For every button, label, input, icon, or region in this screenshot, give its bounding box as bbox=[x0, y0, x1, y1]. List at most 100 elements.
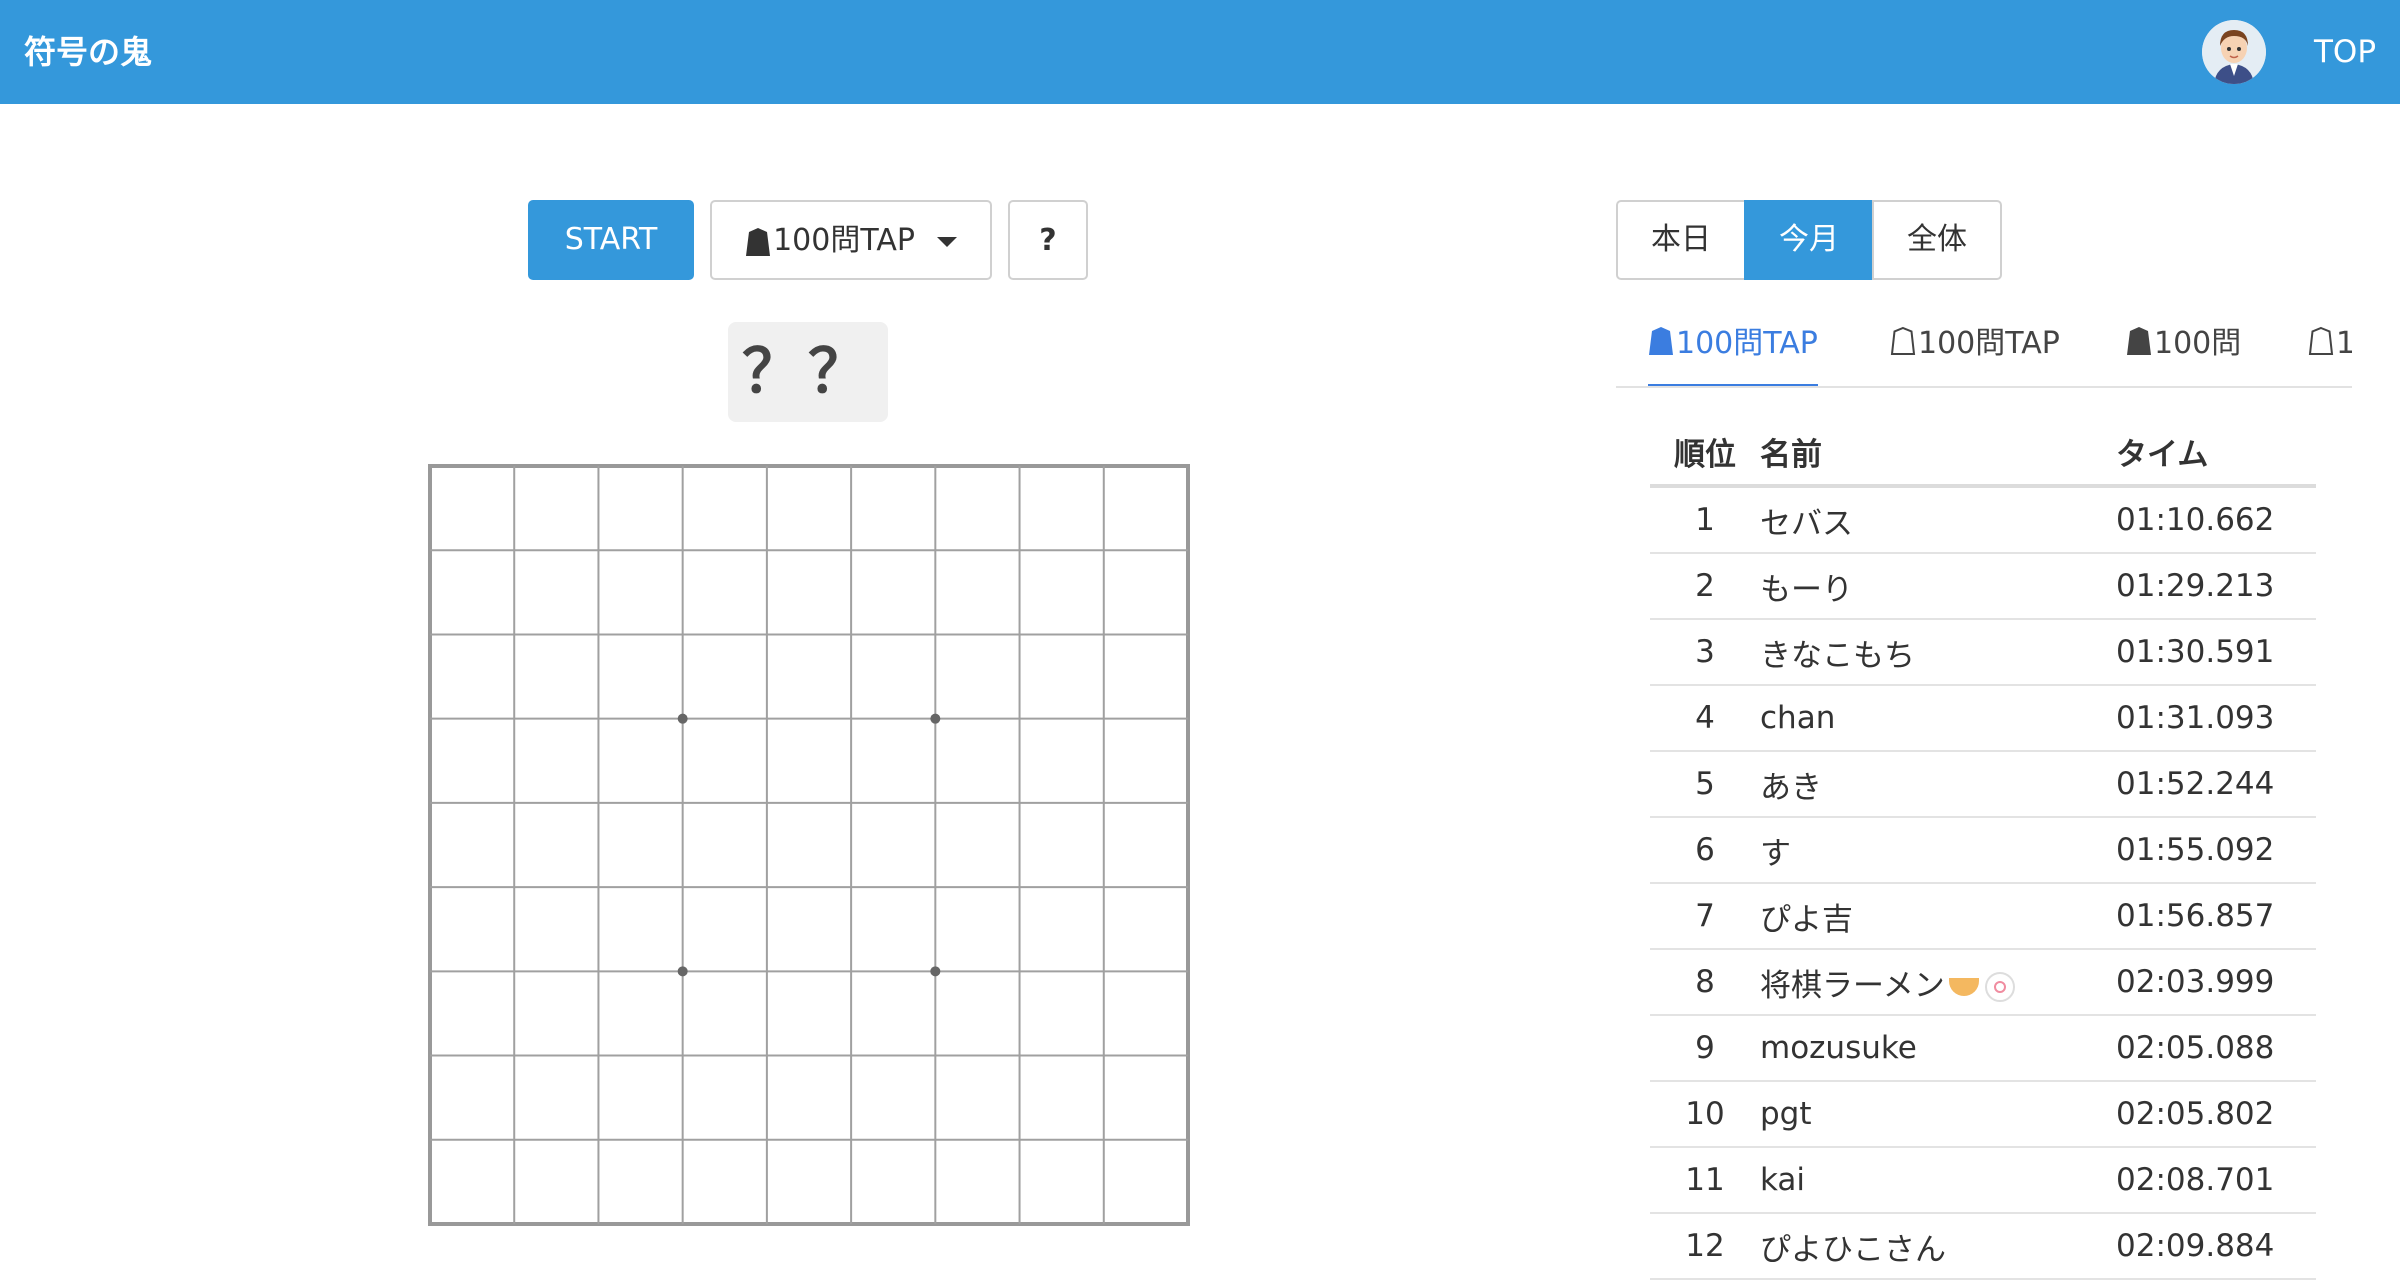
board-square[interactable] bbox=[937, 1058, 1017, 1138]
category-tab-100tap-sente[interactable]: 100問TAP bbox=[1648, 316, 1818, 386]
category-tab-100-gote[interactable]: 1 bbox=[2308, 316, 2352, 384]
time-cell: 01:56.857 bbox=[2116, 883, 2316, 950]
period-tab-all[interactable]: 全体 bbox=[1872, 200, 2002, 280]
board-square[interactable] bbox=[937, 636, 1017, 716]
board-square[interactable] bbox=[1106, 721, 1186, 801]
board-square[interactable] bbox=[937, 721, 1017, 801]
board-square[interactable] bbox=[516, 1142, 596, 1222]
board-cells[interactable] bbox=[432, 468, 1186, 1222]
board-square[interactable] bbox=[1106, 973, 1186, 1053]
board-square[interactable] bbox=[853, 468, 933, 548]
board-square[interactable] bbox=[432, 636, 512, 716]
top-link[interactable]: TOP bbox=[2314, 32, 2376, 72]
board-square[interactable] bbox=[1022, 1142, 1102, 1222]
board-square[interactable] bbox=[1022, 468, 1102, 548]
board-square[interactable] bbox=[853, 805, 933, 885]
rank-cell: 11 bbox=[1650, 1147, 1760, 1214]
board-square[interactable] bbox=[432, 1058, 512, 1138]
name-cell: ぴよ吉 bbox=[1760, 883, 2116, 950]
board-square[interactable] bbox=[600, 721, 680, 801]
board-square[interactable] bbox=[1022, 889, 1102, 969]
board-square[interactable] bbox=[937, 973, 1017, 1053]
board-square[interactable] bbox=[769, 468, 849, 548]
period-tab-month[interactable]: 今月 bbox=[1744, 200, 1874, 280]
board-square[interactable] bbox=[1106, 805, 1186, 885]
board-square[interactable] bbox=[1106, 468, 1186, 548]
board-square[interactable] bbox=[685, 721, 765, 801]
board-square[interactable] bbox=[432, 889, 512, 969]
board-square[interactable] bbox=[769, 1142, 849, 1222]
board-square[interactable] bbox=[600, 1058, 680, 1138]
board-square[interactable] bbox=[937, 468, 1017, 548]
board-square[interactable] bbox=[432, 805, 512, 885]
board-square[interactable] bbox=[1022, 1058, 1102, 1138]
board-square[interactable] bbox=[600, 1142, 680, 1222]
board-square[interactable] bbox=[685, 468, 765, 548]
board-square[interactable] bbox=[600, 973, 680, 1053]
category-tab-100tap-gote[interactable]: 100問TAP bbox=[1890, 316, 2060, 384]
player-name: す bbox=[1760, 835, 1791, 872]
board-square[interactable] bbox=[516, 468, 596, 548]
board-square[interactable] bbox=[685, 636, 765, 716]
board-square[interactable] bbox=[1106, 1142, 1186, 1222]
board-square[interactable] bbox=[685, 889, 765, 969]
board-square[interactable] bbox=[853, 1058, 933, 1138]
board-square[interactable] bbox=[685, 552, 765, 632]
board-square[interactable] bbox=[1106, 636, 1186, 716]
board-square[interactable] bbox=[769, 552, 849, 632]
period-tab-today[interactable]: 本日 bbox=[1616, 200, 1746, 280]
board-square[interactable] bbox=[600, 468, 680, 548]
board-square[interactable] bbox=[937, 889, 1017, 969]
board-square[interactable] bbox=[685, 1142, 765, 1222]
board-square[interactable] bbox=[769, 1058, 849, 1138]
board-square[interactable] bbox=[432, 973, 512, 1053]
board-square[interactable] bbox=[769, 889, 849, 969]
board-square[interactable] bbox=[937, 1142, 1017, 1222]
board-square[interactable] bbox=[769, 973, 849, 1053]
help-button[interactable]: ? bbox=[1008, 200, 1088, 280]
board-square[interactable] bbox=[853, 636, 933, 716]
board-square[interactable] bbox=[1106, 1058, 1186, 1138]
board-square[interactable] bbox=[432, 721, 512, 801]
board-square[interactable] bbox=[1106, 552, 1186, 632]
board-square[interactable] bbox=[685, 973, 765, 1053]
board-square[interactable] bbox=[432, 468, 512, 548]
board-square[interactable] bbox=[769, 636, 849, 716]
board-square[interactable] bbox=[853, 721, 933, 801]
board-square[interactable] bbox=[1022, 805, 1102, 885]
board-square[interactable] bbox=[937, 552, 1017, 632]
board-square[interactable] bbox=[600, 805, 680, 885]
start-button[interactable]: START bbox=[528, 200, 694, 280]
board-square[interactable] bbox=[853, 973, 933, 1053]
board-square[interactable] bbox=[853, 889, 933, 969]
board-square[interactable] bbox=[516, 721, 596, 801]
shogi-board[interactable] bbox=[428, 464, 1190, 1226]
board-square[interactable] bbox=[600, 552, 680, 632]
board-square[interactable] bbox=[1022, 721, 1102, 801]
board-square[interactable] bbox=[516, 636, 596, 716]
board-square[interactable] bbox=[516, 552, 596, 632]
board-square[interactable] bbox=[1022, 636, 1102, 716]
board-square[interactable] bbox=[853, 552, 933, 632]
board-square[interactable] bbox=[769, 805, 849, 885]
category-tab-100-sente[interactable]: 100問 bbox=[2126, 316, 2241, 384]
mode-dropdown[interactable]: 100問TAP bbox=[710, 200, 992, 280]
board-square[interactable] bbox=[600, 636, 680, 716]
board-square[interactable] bbox=[516, 889, 596, 969]
board-square[interactable] bbox=[853, 1142, 933, 1222]
board-square[interactable] bbox=[516, 805, 596, 885]
user-avatar[interactable] bbox=[2202, 20, 2266, 84]
board-square[interactable] bbox=[1022, 973, 1102, 1053]
app-brand[interactable]: 符号の鬼 bbox=[24, 30, 152, 74]
board-square[interactable] bbox=[685, 805, 765, 885]
board-square[interactable] bbox=[937, 805, 1017, 885]
board-square[interactable] bbox=[600, 889, 680, 969]
board-square[interactable] bbox=[432, 1142, 512, 1222]
board-square[interactable] bbox=[769, 721, 849, 801]
board-square[interactable] bbox=[516, 1058, 596, 1138]
board-square[interactable] bbox=[432, 552, 512, 632]
board-square[interactable] bbox=[516, 973, 596, 1053]
board-square[interactable] bbox=[1022, 552, 1102, 632]
board-square[interactable] bbox=[685, 1058, 765, 1138]
board-square[interactable] bbox=[1106, 889, 1186, 969]
